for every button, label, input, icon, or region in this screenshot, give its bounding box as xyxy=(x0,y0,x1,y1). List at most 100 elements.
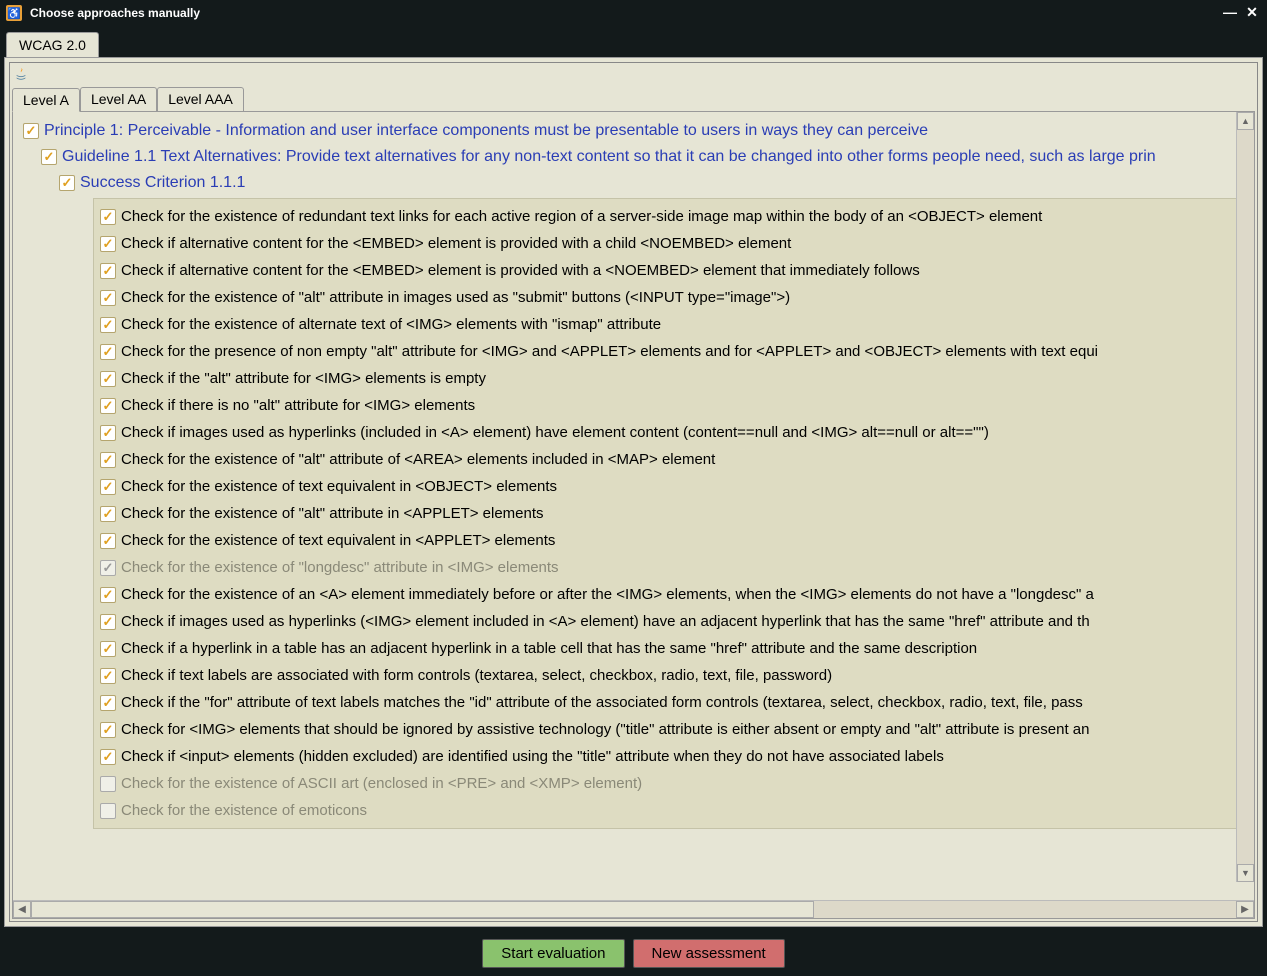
inner-window: Level A Level AA Level AAA Principle 1: … xyxy=(9,62,1258,922)
check-row: Check if the "alt" attribute for <IMG> e… xyxy=(94,365,1253,392)
tree-content: Principle 1: Perceivable - Information a… xyxy=(13,112,1254,900)
criterion-label: Success Criterion 1.1.1 xyxy=(80,172,245,194)
check-label: Check if text labels are associated with… xyxy=(121,664,832,687)
checks-container: Check for the existence of redundant tex… xyxy=(93,198,1254,829)
inner-titlebar xyxy=(10,63,1257,85)
check-row: Check if text labels are associated with… xyxy=(94,662,1253,689)
check-checkbox xyxy=(100,560,116,576)
check-checkbox[interactable] xyxy=(100,209,116,225)
check-checkbox[interactable] xyxy=(100,398,116,414)
check-checkbox[interactable] xyxy=(100,371,116,387)
check-label: Check for the existence of emoticons xyxy=(121,799,367,822)
check-label: Check if a hyperlink in a table has an a… xyxy=(121,637,977,660)
check-label: Check for the existence of redundant tex… xyxy=(121,205,1042,228)
h-scroll-thumb[interactable] xyxy=(31,901,814,918)
tab-level-aa[interactable]: Level AA xyxy=(80,87,157,111)
check-row: Check for the existence of "alt" attribu… xyxy=(94,500,1253,527)
check-checkbox[interactable] xyxy=(100,533,116,549)
scroll-right-icon[interactable]: ▶ xyxy=(1236,901,1254,918)
check-label: Check for the presence of non empty "alt… xyxy=(121,340,1098,363)
scroll-down-icon[interactable]: ▼ xyxy=(1237,864,1254,882)
level-tabs: Level A Level AA Level AAA xyxy=(10,87,1257,111)
check-row: Check for the existence of alternate tex… xyxy=(94,311,1253,338)
check-checkbox[interactable] xyxy=(100,479,116,495)
window-title: Choose approaches manually xyxy=(30,6,1217,20)
check-label: Check if images used as hyperlinks (incl… xyxy=(121,421,989,444)
check-checkbox[interactable] xyxy=(100,614,116,630)
tab-level-aaa[interactable]: Level AAA xyxy=(157,87,244,111)
minimize-button[interactable]: — xyxy=(1221,4,1239,22)
check-row: Check for the existence of emoticons xyxy=(94,797,1253,824)
check-row: Check if a hyperlink in a table has an a… xyxy=(94,635,1253,662)
check-checkbox[interactable] xyxy=(100,425,116,441)
check-label: Check for the existence of ASCII art (en… xyxy=(121,772,642,795)
check-label: Check for the existence of text equivale… xyxy=(121,529,555,552)
tab-level-a[interactable]: Level A xyxy=(12,88,80,112)
guideline-checkbox[interactable] xyxy=(41,149,57,165)
titlebar: ♿ Choose approaches manually — ✕ xyxy=(0,0,1267,26)
h-scroll-track[interactable] xyxy=(31,901,1236,918)
principle-label: Principle 1: Perceivable - Information a… xyxy=(44,120,928,142)
check-checkbox[interactable] xyxy=(100,668,116,684)
check-label: Check for the existence of "alt" attribu… xyxy=(121,448,715,471)
vertical-scrollbar[interactable]: ▲ ▼ xyxy=(1236,112,1254,882)
check-row: Check if the "for" attribute of text lab… xyxy=(94,689,1253,716)
check-checkbox xyxy=(100,776,116,792)
check-checkbox[interactable] xyxy=(100,290,116,306)
check-label: Check if there is no "alt" attribute for… xyxy=(121,394,475,417)
check-row: Check if images used as hyperlinks (<IMG… xyxy=(94,608,1253,635)
check-checkbox[interactable] xyxy=(100,317,116,333)
check-row: Check if alternative content for the <EM… xyxy=(94,257,1253,284)
check-label: Check if <input> elements (hidden exclud… xyxy=(121,745,944,768)
horizontal-scrollbar[interactable]: ◀ ▶ xyxy=(13,900,1254,918)
check-checkbox[interactable] xyxy=(100,695,116,711)
check-label: Check if images used as hyperlinks (<IMG… xyxy=(121,610,1090,633)
principle-row: Principle 1: Perceivable - Information a… xyxy=(17,118,1254,144)
tab-wcag[interactable]: WCAG 2.0 xyxy=(6,32,99,57)
check-checkbox[interactable] xyxy=(100,749,116,765)
java-icon xyxy=(14,67,28,81)
check-checkbox[interactable] xyxy=(100,452,116,468)
check-label: Check for <IMG> elements that should be … xyxy=(121,718,1089,741)
scroll-left-icon[interactable]: ◀ xyxy=(13,901,31,918)
check-row: Check for the presence of non empty "alt… xyxy=(94,338,1253,365)
outer-frame: WCAG 2.0 Level A Level AA Level AAA Prin… xyxy=(0,26,1267,931)
check-row: Check for the existence of text equivale… xyxy=(94,473,1253,500)
check-row: Check for the existence of ASCII art (en… xyxy=(94,770,1253,797)
guideline-row: Guideline 1.1 Text Alternatives: Provide… xyxy=(17,144,1254,170)
check-label: Check for the existence of "longdesc" at… xyxy=(121,556,559,579)
check-checkbox[interactable] xyxy=(100,236,116,252)
check-row: Check for the existence of text equivale… xyxy=(94,527,1253,554)
close-button[interactable]: ✕ xyxy=(1243,4,1261,22)
guideline-label: Guideline 1.1 Text Alternatives: Provide… xyxy=(62,146,1156,168)
app-icon: ♿ xyxy=(6,5,22,21)
check-label: Check if alternative content for the <EM… xyxy=(121,232,791,255)
start-evaluation-button[interactable]: Start evaluation xyxy=(482,939,624,968)
check-checkbox[interactable] xyxy=(100,641,116,657)
tree-panel: Principle 1: Perceivable - Information a… xyxy=(12,111,1255,919)
check-row: Check for the existence of redundant tex… xyxy=(94,203,1253,230)
scroll-up-icon[interactable]: ▲ xyxy=(1237,112,1254,130)
check-label: Check for the existence of text equivale… xyxy=(121,475,557,498)
check-row: Check for <IMG> elements that should be … xyxy=(94,716,1253,743)
check-row: Check if there is no "alt" attribute for… xyxy=(94,392,1253,419)
check-label: Check for the existence of "alt" attribu… xyxy=(121,502,544,525)
check-label: Check if the "alt" attribute for <IMG> e… xyxy=(121,367,486,390)
check-checkbox[interactable] xyxy=(100,506,116,522)
criterion-checkbox[interactable] xyxy=(59,175,75,191)
check-checkbox[interactable] xyxy=(100,263,116,279)
principle-checkbox[interactable] xyxy=(23,123,39,139)
new-assessment-button[interactable]: New assessment xyxy=(633,939,785,968)
content-frame: Level A Level AA Level AAA Principle 1: … xyxy=(4,57,1263,927)
check-row: Check for the existence of "alt" attribu… xyxy=(94,284,1253,311)
bottom-buttons: Start evaluation New assessment xyxy=(0,931,1267,976)
check-checkbox[interactable] xyxy=(100,587,116,603)
check-checkbox[interactable] xyxy=(100,722,116,738)
check-label: Check for the existence of "alt" attribu… xyxy=(121,286,790,309)
check-checkbox[interactable] xyxy=(100,344,116,360)
check-label: Check for the existence of an <A> elemen… xyxy=(121,583,1094,606)
check-checkbox xyxy=(100,803,116,819)
criterion-row: Success Criterion 1.1.1 xyxy=(17,170,1254,196)
check-label: Check if alternative content for the <EM… xyxy=(121,259,920,282)
main-tabs: WCAG 2.0 xyxy=(4,30,1263,57)
